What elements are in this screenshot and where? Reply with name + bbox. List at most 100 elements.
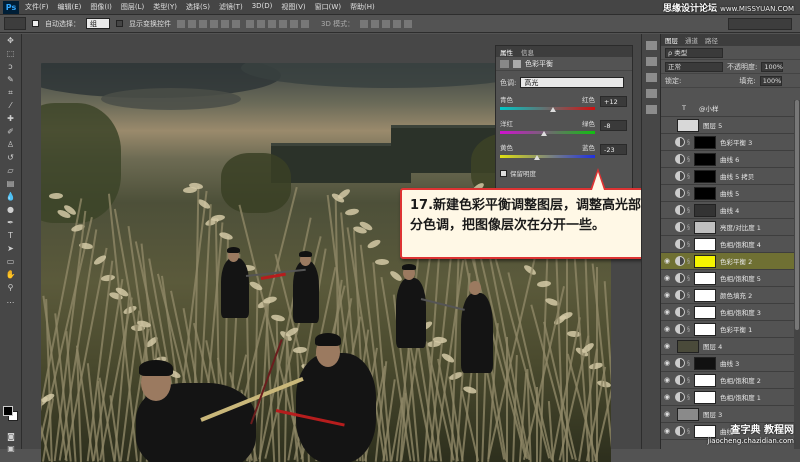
menu-item[interactable]: 滤镜(T) bbox=[219, 2, 243, 12]
eye-icon[interactable]: ◉ bbox=[661, 410, 673, 418]
layer-row[interactable]: ◉ § 色相/饱和度 4 bbox=[661, 236, 795, 253]
slider-thumb[interactable] bbox=[534, 155, 540, 160]
layer-row[interactable]: ◉ § 亮度/对比度 1 bbox=[661, 219, 795, 236]
history-brush-tool-icon[interactable]: ↺ bbox=[4, 153, 18, 163]
eye-icon[interactable]: ◉ bbox=[661, 172, 673, 180]
layer-row[interactable]: ◉ § 色相/饱和度 3 bbox=[661, 304, 795, 321]
distribute-top-icon[interactable] bbox=[246, 19, 254, 28]
menu-item[interactable]: 窗口(W) bbox=[315, 2, 341, 12]
eye-icon[interactable]: ◉ bbox=[661, 325, 673, 333]
brush-tool-icon[interactable]: ✐ bbox=[4, 127, 18, 137]
align-right-icon[interactable] bbox=[232, 19, 240, 28]
distribute-right-icon[interactable] bbox=[301, 19, 309, 28]
tab-channels[interactable]: 通道 bbox=[685, 35, 698, 45]
align-bottom-icon[interactable] bbox=[199, 19, 207, 28]
layer-row[interactable]: ◉ § 色相/饱和度 2 bbox=[661, 372, 795, 389]
layers-scrollbar[interactable] bbox=[794, 100, 800, 449]
layer-row[interactable]: ◉ 图层 4 bbox=[661, 338, 795, 355]
pen-tool-icon[interactable]: ✒ bbox=[4, 218, 18, 228]
menu-item[interactable]: 选择(S) bbox=[186, 2, 210, 12]
actions-panel-icon[interactable] bbox=[645, 57, 657, 66]
color-balance-slider[interactable]: 洋红 绿色 -8 bbox=[496, 116, 632, 140]
tab-properties[interactable]: 属性 bbox=[500, 47, 513, 57]
align-middle-icon[interactable] bbox=[188, 19, 196, 28]
auto-select-checkbox[interactable] bbox=[32, 20, 39, 27]
eye-icon[interactable]: ◉ bbox=[661, 291, 673, 299]
layer-row[interactable]: ◉ § 色相/饱和度 5 bbox=[661, 270, 795, 287]
menu-item[interactable]: 图层(L) bbox=[121, 2, 144, 12]
layer-row[interactable]: ◉ § 曲线 3 bbox=[661, 355, 795, 372]
layer-row[interactable]: ◉ 图层 3 bbox=[661, 406, 795, 423]
lasso-tool-icon[interactable]: ↄ bbox=[4, 62, 18, 72]
color-balance-slider[interactable]: 青色 红色 +12 bbox=[496, 92, 632, 116]
eye-icon[interactable]: ◉ bbox=[661, 342, 673, 350]
align-left-icon[interactable] bbox=[210, 19, 218, 28]
eyedropper-tool-icon[interactable]: ⁄ bbox=[4, 101, 18, 111]
blend-mode-dropdown[interactable]: 正常 bbox=[665, 61, 723, 72]
character-panel-icon[interactable] bbox=[645, 89, 657, 98]
3d-roll-icon[interactable] bbox=[371, 19, 380, 28]
tab-info[interactable]: 信息 bbox=[521, 47, 534, 57]
3d-scale-icon[interactable] bbox=[404, 19, 413, 28]
crop-tool-icon[interactable]: ⌗ bbox=[4, 88, 18, 98]
distribute-center-icon[interactable] bbox=[290, 19, 298, 28]
eye-icon[interactable]: ◉ bbox=[661, 138, 673, 146]
screen-mode-icon[interactable]: ▣ bbox=[4, 444, 18, 454]
gradient-tool-icon[interactable]: ▤ bbox=[4, 179, 18, 189]
tab-paths[interactable]: 路径 bbox=[705, 35, 718, 45]
eye-icon[interactable]: ◉ bbox=[661, 104, 673, 112]
blur-tool-icon[interactable]: 💧 bbox=[4, 192, 18, 202]
history-panel-icon[interactable] bbox=[645, 41, 657, 50]
eye-icon[interactable]: ◉ bbox=[661, 257, 673, 265]
marquee-tool-icon[interactable]: ⬚ bbox=[4, 49, 18, 59]
quick-mask-icon[interactable]: ◙ bbox=[4, 432, 18, 442]
eye-icon[interactable]: ◉ bbox=[661, 240, 673, 248]
menu-item[interactable]: 编辑(E) bbox=[58, 2, 82, 12]
eye-icon[interactable]: ◉ bbox=[661, 308, 673, 316]
zoom-tool-icon[interactable]: ⚲ bbox=[4, 283, 18, 293]
type-tool-icon[interactable]: T bbox=[4, 231, 18, 241]
layer-filter-dropdown[interactable]: ρ 类型 bbox=[665, 47, 723, 58]
menu-item[interactable]: 类型(Y) bbox=[153, 2, 177, 12]
slider-track[interactable] bbox=[500, 131, 595, 134]
3d-drag-icon[interactable] bbox=[382, 19, 391, 28]
tone-dropdown[interactable]: 高光 bbox=[520, 77, 625, 88]
shape-tool-icon[interactable]: ▭ bbox=[4, 257, 18, 267]
preserve-luminosity-checkbox[interactable] bbox=[500, 169, 507, 177]
layer-row[interactable]: ◉ § 色彩平衡 1 bbox=[661, 321, 795, 338]
color-swatches[interactable] bbox=[3, 406, 19, 422]
3d-slide-icon[interactable] bbox=[393, 19, 402, 28]
show-transform-checkbox[interactable] bbox=[116, 20, 123, 27]
slider-thumb[interactable] bbox=[541, 131, 547, 136]
3d-rotate-icon[interactable] bbox=[360, 19, 369, 28]
eye-icon[interactable]: ◉ bbox=[661, 359, 673, 367]
eye-icon[interactable]: ◉ bbox=[661, 189, 673, 197]
mask-icon[interactable] bbox=[513, 59, 521, 68]
menu-item[interactable]: 文件(F) bbox=[25, 2, 49, 12]
slider-value-input[interactable]: +12 bbox=[600, 96, 627, 107]
tool-preset-picker[interactable] bbox=[4, 17, 26, 30]
slider-value-input[interactable]: -23 bbox=[600, 144, 627, 155]
layer-row[interactable]: ◉ § 曲线 5 bbox=[661, 185, 795, 202]
edit-toolbar-icon[interactable]: … bbox=[4, 296, 18, 306]
hand-tool-icon[interactable]: ✋ bbox=[4, 270, 18, 280]
layer-row[interactable]: ◉ § 色彩平衡 2 bbox=[661, 253, 795, 270]
layer-row[interactable]: ◉ § 曲线 4 bbox=[661, 202, 795, 219]
slider-value-input[interactable]: -8 bbox=[600, 120, 627, 131]
tab-layers[interactable]: 图层 bbox=[665, 35, 678, 45]
auto-select-dropdown[interactable]: 组 bbox=[86, 18, 110, 29]
dodge-tool-icon[interactable]: ● bbox=[4, 205, 18, 215]
eye-icon[interactable]: ◉ bbox=[661, 121, 673, 129]
layer-row[interactable]: ◉ § 曲线 5 拷贝 bbox=[661, 168, 795, 185]
opacity-input[interactable]: 100% bbox=[761, 61, 784, 72]
color-balance-slider[interactable]: 黄色 蓝色 -23 bbox=[496, 140, 632, 164]
slider-track[interactable] bbox=[500, 107, 595, 110]
foreground-color-swatch[interactable] bbox=[3, 406, 13, 416]
workspace-switcher[interactable] bbox=[728, 18, 792, 30]
distribute-left-icon[interactable] bbox=[279, 19, 287, 28]
quick-select-tool-icon[interactable]: ✎ bbox=[4, 75, 18, 85]
healing-brush-tool-icon[interactable]: ✚ bbox=[4, 114, 18, 124]
slider-thumb[interactable] bbox=[550, 107, 556, 112]
eye-icon[interactable]: ◉ bbox=[661, 376, 673, 384]
eye-icon[interactable]: ◉ bbox=[661, 427, 673, 435]
